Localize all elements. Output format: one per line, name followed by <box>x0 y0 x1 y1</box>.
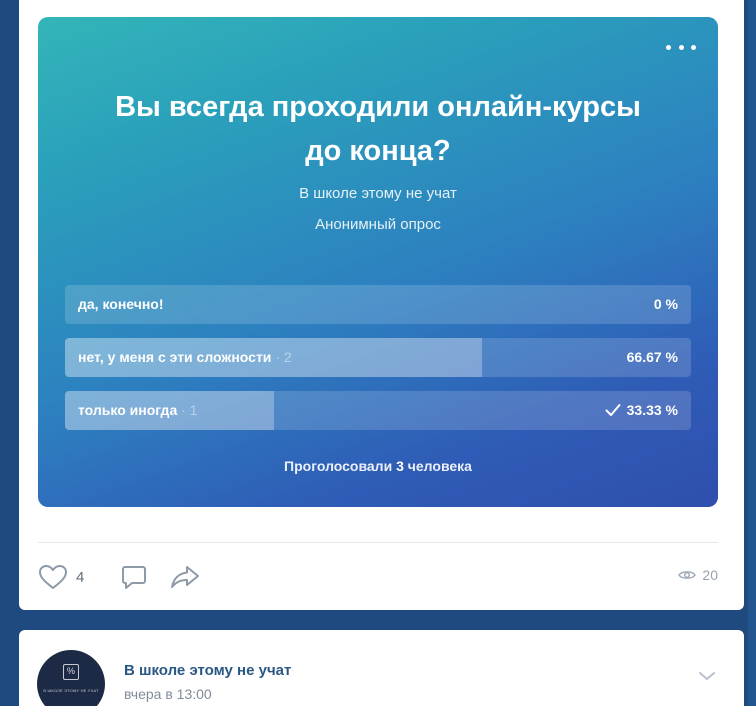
poll-answer[interactable]: нет, у меня с эти сложности · 2 66.67 % <box>65 338 691 377</box>
poll-type: Анонимный опрос <box>315 216 441 233</box>
avatar[interactable]: % В ШКОЛЕ ЭТОМУ НЕ УЧАТ <box>37 650 105 706</box>
poll-answer-percent: 33.33 % <box>605 402 678 418</box>
poll-votes-summary: Проголосовали 3 человека <box>284 458 472 474</box>
post-actions: 4 <box>38 562 222 592</box>
poll-answer-label: нет, у меня с эти сложности · 2 <box>78 349 292 365</box>
divider <box>38 542 718 543</box>
chevron-down-icon[interactable] <box>698 668 716 686</box>
next-post-card: % В ШКОЛЕ ЭТОМУ НЕ УЧАТ В школе этому не… <box>19 630 744 706</box>
poll-answer-percent: 66.67 % <box>626 349 678 365</box>
views-counter: 20 <box>678 567 718 583</box>
poll-answer-count: · 2 <box>275 349 292 365</box>
avatar-logo: % <box>63 664 79 680</box>
poll-answer[interactable]: только иногда · 1 33.33 % <box>65 391 691 430</box>
poll-answer-label: только иногда · 1 <box>78 402 198 418</box>
poll-widget: Вы всегда проходили онлайн-курсы до конц… <box>38 17 718 507</box>
share-icon <box>171 566 200 588</box>
poll-question: Вы всегда проходили онлайн-курсы до конц… <box>115 91 641 167</box>
post-time-link[interactable]: вчера в 13:00 <box>124 686 212 702</box>
check-icon <box>605 404 621 416</box>
poll-answer-label: да, конечно! <box>78 296 164 312</box>
comment-button[interactable] <box>120 563 148 591</box>
page-background-strip <box>748 0 756 706</box>
poll-answer-percent: 0 % <box>653 296 678 312</box>
share-button[interactable] <box>170 564 200 590</box>
poll-answer-count: · 1 <box>181 402 198 418</box>
eye-icon <box>678 571 697 579</box>
avatar-logo-text: В ШКОЛЕ ЭТОМУ НЕ УЧАТ <box>43 688 99 693</box>
comment-icon <box>122 566 147 589</box>
heart-icon <box>39 565 67 589</box>
views-count: 20 <box>702 567 718 583</box>
poll-answer[interactable]: да, конечно! 0 % <box>65 285 691 324</box>
like-count: 4 <box>76 568 85 586</box>
post-author-link[interactable]: В школе этому не учат <box>124 662 291 679</box>
like-button[interactable]: 4 <box>38 564 84 590</box>
poll-author: В школе этому не учат <box>299 185 457 202</box>
more-horizontal-icon[interactable] <box>666 39 696 55</box>
